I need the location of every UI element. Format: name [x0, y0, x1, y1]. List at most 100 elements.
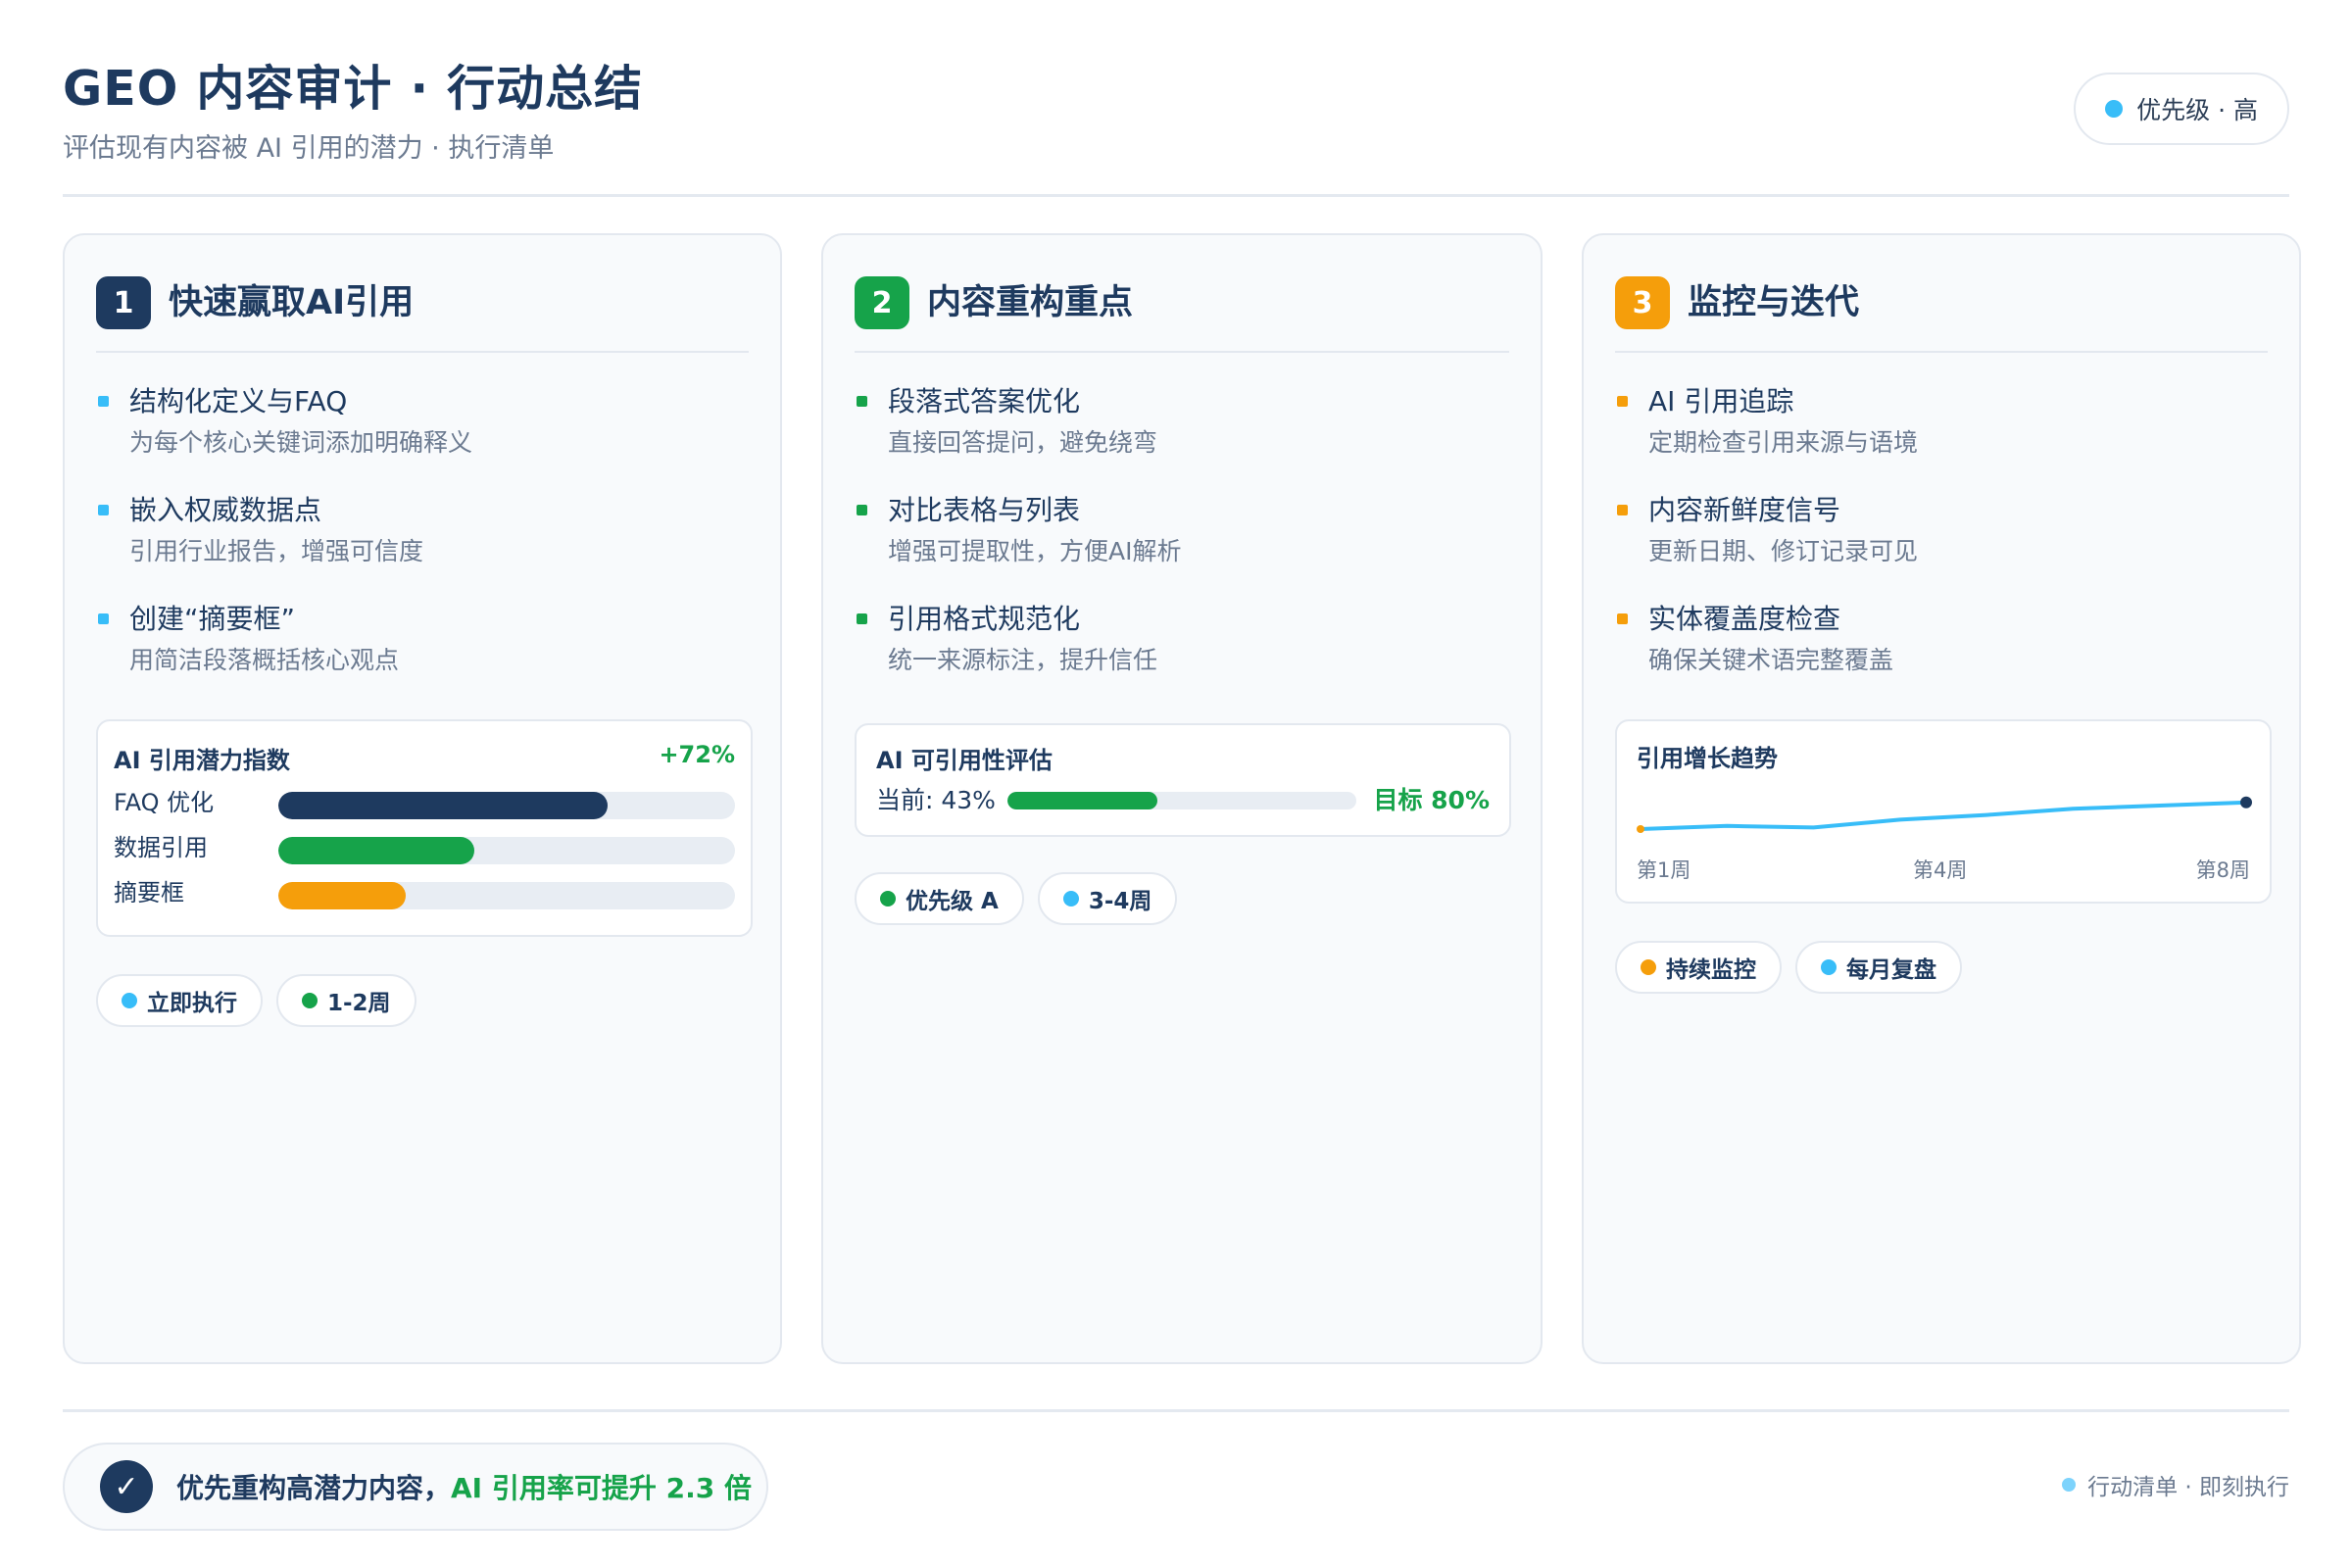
list-item: 实体覆盖度检查 确保关键术语完整覆盖	[1617, 600, 2268, 709]
trend-start-point	[1637, 825, 1644, 833]
page-subtitle: 评估现有内容被 AI 引用的潜力 · 执行清单	[63, 133, 555, 164]
card-header: 2 内容重构重点	[855, 276, 1509, 353]
tag-label: 每月复盘	[1846, 957, 1936, 983]
item-title: 段落式答案优化	[888, 385, 1081, 417]
list-item: 嵌入权威数据点 引用行业报告，增强可信度	[98, 491, 749, 600]
card-title: 监控与迭代	[1688, 283, 1860, 322]
tag-group: 立即执行 1-2周	[96, 974, 416, 1027]
progress-bar-row: 摘要框	[114, 878, 735, 909]
progress-track	[1007, 792, 1356, 809]
item-title: 结构化定义与FAQ	[129, 385, 348, 417]
priority-badge: 优先级 · 高	[2074, 73, 2289, 145]
tag-label: 立即执行	[147, 991, 237, 1016]
footer-note: 行动清单 · 即刻执行	[2062, 1468, 2289, 1501]
progress-fill	[1007, 792, 1158, 809]
card-header: 3 监控与迭代	[1615, 276, 2268, 353]
item-title: AI 引用追踪	[1648, 385, 1794, 417]
footer-note-text: 行动清单 · 即刻执行	[2087, 1475, 2289, 1500]
card-title: 快速赢取AI引用	[169, 283, 415, 322]
tag-dot-icon	[302, 993, 318, 1008]
bar-label: FAQ 优化	[114, 789, 215, 816]
item-title: 对比表格与列表	[888, 494, 1081, 526]
tag-duration[interactable]: 1-2周	[276, 974, 416, 1027]
x-tick-label: 第8周	[2195, 858, 2250, 882]
item-description: 更新日期、修订记录可见	[1648, 537, 1919, 565]
citation-potential-panel: AI 引用潜力指数 +72% FAQ 优化 数据引用 摘要框	[96, 719, 753, 937]
checklist: 段落式答案优化 直接回答提问，避免绕弯 对比表格与列表 增强可提取性，方便AI解…	[857, 382, 1509, 709]
item-title: 实体覆盖度检查	[1648, 603, 1841, 635]
item-title: 创建“摘要框”	[129, 603, 296, 635]
progress-track	[278, 837, 735, 864]
tag-dot-icon	[1641, 959, 1656, 975]
bullet-icon	[98, 505, 109, 515]
item-title: 嵌入权威数据点	[129, 494, 322, 526]
tag-monthly-review[interactable]: 每月复盘	[1795, 941, 1962, 994]
tag-group: 持续监控 每月复盘	[1615, 941, 1962, 994]
tag-execute-now[interactable]: 立即执行	[96, 974, 263, 1027]
trend-end-point	[2240, 796, 2252, 808]
summary-main: 优先重构高潜力内容，	[176, 1472, 452, 1504]
footer-divider	[63, 1409, 2289, 1412]
card-header: 1 快速赢取AI引用	[96, 276, 749, 353]
bullet-icon	[1617, 613, 1628, 624]
trend-series-line	[1640, 800, 2247, 831]
item-description: 引用行业报告，增强可信度	[129, 537, 424, 565]
tag-duration[interactable]: 3-4周	[1037, 872, 1178, 925]
tag-label: 持续监控	[1666, 957, 1756, 983]
card-content-restructure: 2 内容重构重点 段落式答案优化 直接回答提问，避免绕弯 对比表格与列表 增强可…	[821, 233, 1543, 1364]
progress-fill	[278, 792, 608, 819]
current-score: 当前: 43%	[876, 786, 996, 814]
check-icon: ✓	[100, 1460, 153, 1513]
checklist: 结构化定义与FAQ 为每个核心关键词添加明确释义 嵌入权威数据点 引用行业报告，…	[98, 382, 749, 709]
card-title: 内容重构重点	[927, 283, 1134, 322]
progress-track	[278, 882, 735, 909]
list-item: 内容新鲜度信号 更新日期、修订记录可见	[1617, 491, 2268, 600]
bullet-icon	[98, 396, 109, 407]
card-monitoring: 3 监控与迭代 AI 引用追踪 定期检查引用来源与语境 内容新鲜度信号 更新日期…	[1582, 233, 2301, 1364]
panel-title: AI 可引用性评估	[876, 747, 1053, 774]
page: GEO 内容审计 · 行动总结 评估现有内容被 AI 引用的潜力 · 执行清单 …	[63, 0, 2301, 1568]
growth-delta: +72%	[659, 741, 735, 768]
tag-priority[interactable]: 优先级 A	[855, 872, 1024, 925]
bar-label: 摘要框	[114, 879, 184, 906]
summary-highlight: AI 引用率可提升 2.3 倍	[451, 1472, 752, 1504]
progress-track	[278, 792, 735, 819]
item-description: 确保关键术语完整覆盖	[1648, 646, 1894, 674]
header: GEO 内容审计 · 行动总结 评估现有内容被 AI 引用的潜力 · 执行清单 …	[63, 55, 2289, 196]
tag-dot-icon	[1821, 959, 1837, 975]
target-score: 目标 80%	[1373, 786, 1490, 814]
trend-chart-panel: 引用增长趋势 第1周 第4周 第8周	[1615, 719, 2272, 904]
bullet-icon	[1617, 396, 1628, 407]
summary-text: 优先重构高潜力内容，AI 引用率可提升 2.3 倍	[176, 1467, 752, 1506]
tag-label: 3-4周	[1088, 889, 1152, 914]
list-item: 对比表格与列表 增强可提取性，方便AI解析	[857, 491, 1509, 600]
step-number-badge: 3	[1615, 276, 1670, 329]
tag-continuous-monitoring[interactable]: 持续监控	[1615, 941, 1782, 994]
tag-label: 优先级 A	[906, 889, 999, 914]
checklist: AI 引用追踪 定期检查引用来源与语境 内容新鲜度信号 更新日期、修订记录可见 …	[1617, 382, 2268, 709]
bar-label: 数据引用	[114, 834, 208, 861]
bullet-icon	[857, 613, 867, 624]
tag-dot-icon	[880, 891, 896, 906]
x-tick-label: 第1周	[1637, 858, 1691, 882]
step-number-badge: 2	[855, 276, 909, 329]
status-dot-icon	[2105, 100, 2124, 118]
item-title: 内容新鲜度信号	[1648, 494, 1841, 526]
bullet-icon	[857, 505, 867, 515]
priority-label: 优先级 · 高	[2136, 96, 2258, 124]
tag-label: 1-2周	[327, 991, 391, 1016]
tag-dot-icon	[1062, 891, 1079, 906]
list-item: 段落式答案优化 直接回答提问，避免绕弯	[857, 382, 1509, 491]
bullet-icon	[1617, 505, 1628, 515]
item-description: 增强可提取性，方便AI解析	[888, 537, 1182, 565]
progress-bar-row: FAQ 优化	[114, 788, 735, 819]
item-description: 统一来源标注，提升信任	[888, 646, 1158, 674]
progress-fill	[278, 882, 407, 909]
step-number-badge: 1	[96, 276, 151, 329]
list-item: 创建“摘要框” 用简洁段落概括核心观点	[98, 600, 749, 709]
citability-panel: AI 可引用性评估 当前: 43% 目标 80%	[855, 723, 1511, 837]
tag-group: 优先级 A 3-4周	[855, 872, 1178, 925]
progress-bar-row: 数据引用	[114, 833, 735, 864]
bullet-icon	[98, 613, 109, 624]
header-divider	[63, 194, 2289, 197]
